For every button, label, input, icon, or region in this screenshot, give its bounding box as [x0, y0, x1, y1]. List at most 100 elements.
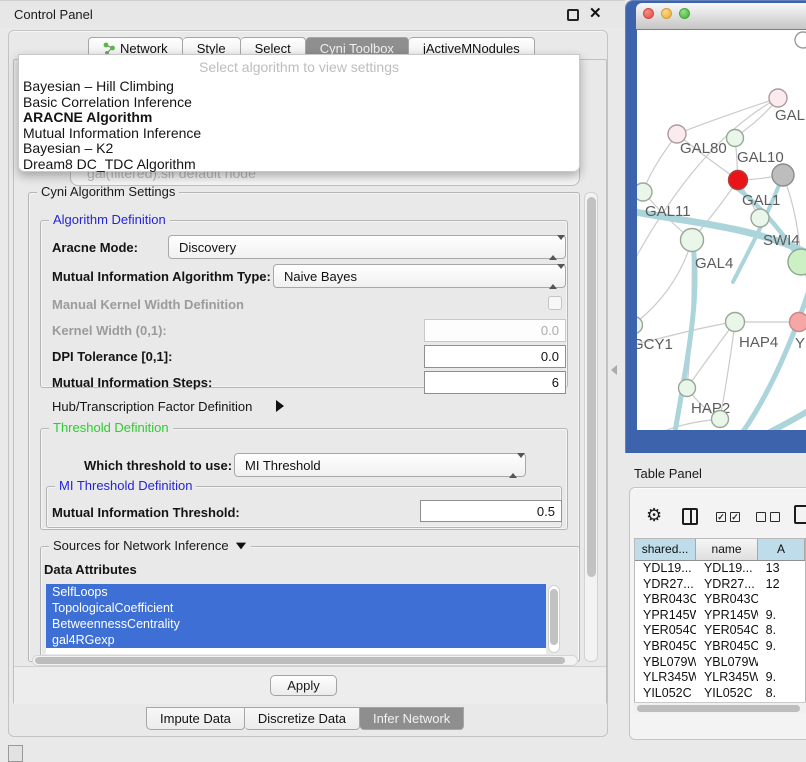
- table-row[interactable]: YDR27...YDR27...12: [635, 577, 805, 593]
- table-row[interactable]: YLR345WYLR345W9.: [635, 670, 805, 686]
- export-table-icon[interactable]: [794, 505, 806, 524]
- column-header-A[interactable]: A: [758, 539, 805, 560]
- table-hscrollbar-thumb[interactable]: [637, 705, 800, 712]
- settings-hscrollbar-thumb[interactable]: [35, 657, 565, 664]
- sources-title-wrap[interactable]: Sources for Network Inference: [49, 538, 251, 553]
- data-attributes-label: Data Attributes: [44, 562, 137, 577]
- column-header-name[interactable]: name: [696, 539, 758, 560]
- table-cell: YPR145W: [696, 608, 758, 624]
- column-header-shared[interactable]: shared...: [635, 539, 696, 560]
- hub-section-label[interactable]: Hub/Transcription Factor Definition: [52, 399, 252, 414]
- network-edge[interactable]: [677, 98, 778, 134]
- network-edge[interactable]: [643, 134, 677, 192]
- zoom-traffic-light-icon[interactable]: [679, 8, 690, 19]
- network-node-label: GAL: [775, 107, 805, 124]
- network-edge-thick[interactable]: [751, 408, 806, 430]
- network-node-label: GAL1: [742, 192, 780, 209]
- network-node[interactable]: [712, 411, 729, 428]
- network-node-label: HAP4: [739, 334, 778, 351]
- algorithm-option[interactable]: Mutual Information Inference: [23, 126, 201, 142]
- mi-threshold-field[interactable]: 0.5: [420, 500, 562, 522]
- aracne-mode-combo[interactable]: Discovery: [168, 235, 566, 259]
- deselect-all-checkbox-icon[interactable]: [756, 512, 766, 522]
- network-node-gal4[interactable]: [681, 229, 704, 252]
- table-row[interactable]: YIL052CYIL052C8.: [635, 686, 805, 702]
- stepper-arrows-icon: [549, 269, 558, 284]
- settings-hscrollbar[interactable]: [32, 655, 578, 666]
- mi-algorithm-type-combo[interactable]: Naive Bayes: [273, 264, 566, 288]
- table-row[interactable]: YER054CYER054C8.: [635, 623, 805, 639]
- apply-button[interactable]: Apply: [270, 675, 337, 696]
- column-browser-icon[interactable]: [682, 508, 698, 525]
- attributes-scrollbar[interactable]: [548, 585, 560, 653]
- network-node[interactable]: [795, 32, 806, 48]
- attribute-item[interactable]: SelfLoops: [46, 584, 546, 600]
- threshold-definition-title: Threshold Definition: [49, 420, 173, 435]
- attributes-scrollbar-thumb[interactable]: [550, 589, 558, 645]
- float-window-icon[interactable]: [567, 9, 579, 21]
- algorithm-option[interactable]: Bayesian – K2: [23, 141, 201, 157]
- tab-impute-data[interactable]: Impute Data: [146, 707, 245, 730]
- close-traffic-light-icon[interactable]: [643, 8, 654, 19]
- select-all-checkbox-icon[interactable]: ✓: [730, 512, 740, 522]
- data-attributes-list[interactable]: SelfLoopsTopologicalCoefficientBetweenne…: [46, 584, 546, 654]
- network-node[interactable]: [788, 249, 806, 275]
- table-cell: [758, 592, 805, 608]
- table-hscrollbar[interactable]: [634, 702, 806, 713]
- network-node-hap2[interactable]: [679, 380, 696, 397]
- network-edge-thick[interactable]: [725, 278, 806, 430]
- algorithm-option[interactable]: Bayesian – Hill Climbing: [23, 79, 201, 95]
- attribute-item[interactable]: gal4RGexp: [46, 632, 546, 648]
- dpi-tolerance-field[interactable]: 0.0: [424, 345, 566, 368]
- minimize-traffic-light-icon[interactable]: [661, 8, 672, 19]
- dock-panel-icon[interactable]: [8, 745, 23, 762]
- close-icon[interactable]: ✕: [589, 4, 602, 22]
- table-row[interactable]: YBR045CYBR045C9.: [635, 639, 805, 655]
- algorithm-definition-title: Algorithm Definition: [49, 212, 170, 227]
- which-threshold-combo[interactable]: MI Threshold: [234, 453, 526, 477]
- table-cell: 8.: [758, 623, 805, 639]
- network-edge[interactable]: [637, 98, 778, 270]
- attribute-item[interactable]: TopologicalCoefficient: [46, 600, 546, 616]
- settings-scrollbar-thumb[interactable]: [587, 197, 596, 577]
- table-cell: YBR043C: [696, 592, 758, 608]
- attribute-item[interactable]: BetweennessCentrality: [46, 616, 546, 632]
- table-cell: YLR345W: [635, 670, 696, 686]
- network-node[interactable]: [772, 164, 794, 186]
- deselect-all-checkbox-icon[interactable]: [770, 512, 780, 522]
- network-view-canvas[interactable]: GALGAL80GAL10GAL1GAL11SWI4GAL4GCY1HAP4YH…: [637, 30, 806, 430]
- algorithm-option[interactable]: Dream8 DC_TDC Algorithm: [23, 157, 201, 173]
- network-node-gal[interactable]: [769, 89, 787, 107]
- kernel-width-field[interactable]: 0.0: [424, 319, 566, 342]
- network-node-hap4[interactable]: [726, 313, 745, 332]
- network-edge[interactable]: [637, 240, 692, 326]
- splitter-collapse-icon[interactable]: [611, 365, 617, 375]
- manual-kernel-checkbox[interactable]: [548, 296, 562, 310]
- collapse-arrow-icon[interactable]: [235, 542, 245, 549]
- network-node-gal10[interactable]: [727, 130, 744, 147]
- tab-infer-network[interactable]: Infer Network: [360, 707, 464, 730]
- table-row[interactable]: YDL19...YDL19...13: [635, 561, 805, 577]
- bottom-tab-bar: Impute DataDiscretize DataInfer Network: [146, 707, 464, 730]
- select-all-checkbox-icon[interactable]: ✓: [716, 512, 726, 522]
- table-row[interactable]: YBL079WYBL079W: [635, 655, 805, 671]
- table-row[interactable]: YBR043CYBR043C: [635, 592, 805, 608]
- settings-scrollbar[interactable]: [584, 192, 598, 662]
- gear-icon[interactable]: ⚙: [646, 505, 662, 526]
- mi-threshold-label: Mutual Information Threshold:: [52, 505, 240, 520]
- manual-kernel-label: Manual Kernel Width Definition: [52, 297, 244, 312]
- network-window-titlebar[interactable]: [636, 3, 806, 30]
- network-node-gal1[interactable]: [729, 171, 748, 190]
- table-cell: YBR045C: [696, 639, 758, 655]
- expand-arrow-icon[interactable]: [276, 400, 284, 412]
- algorithm-option[interactable]: Basic Correlation Inference: [23, 95, 201, 111]
- network-node-gal11[interactable]: [637, 183, 652, 201]
- tab-discretize-data[interactable]: Discretize Data: [245, 707, 360, 730]
- network-edge[interactable]: [687, 322, 735, 388]
- algorithm-option[interactable]: ARACNE Algorithm: [23, 110, 201, 126]
- table-row[interactable]: YPR145WYPR145W9.: [635, 608, 805, 624]
- network-node-swi4[interactable]: [751, 209, 769, 227]
- network-node-gcy1[interactable]: [637, 317, 643, 334]
- network-node-y[interactable]: [790, 313, 806, 332]
- mi-steps-field[interactable]: 6: [424, 371, 566, 394]
